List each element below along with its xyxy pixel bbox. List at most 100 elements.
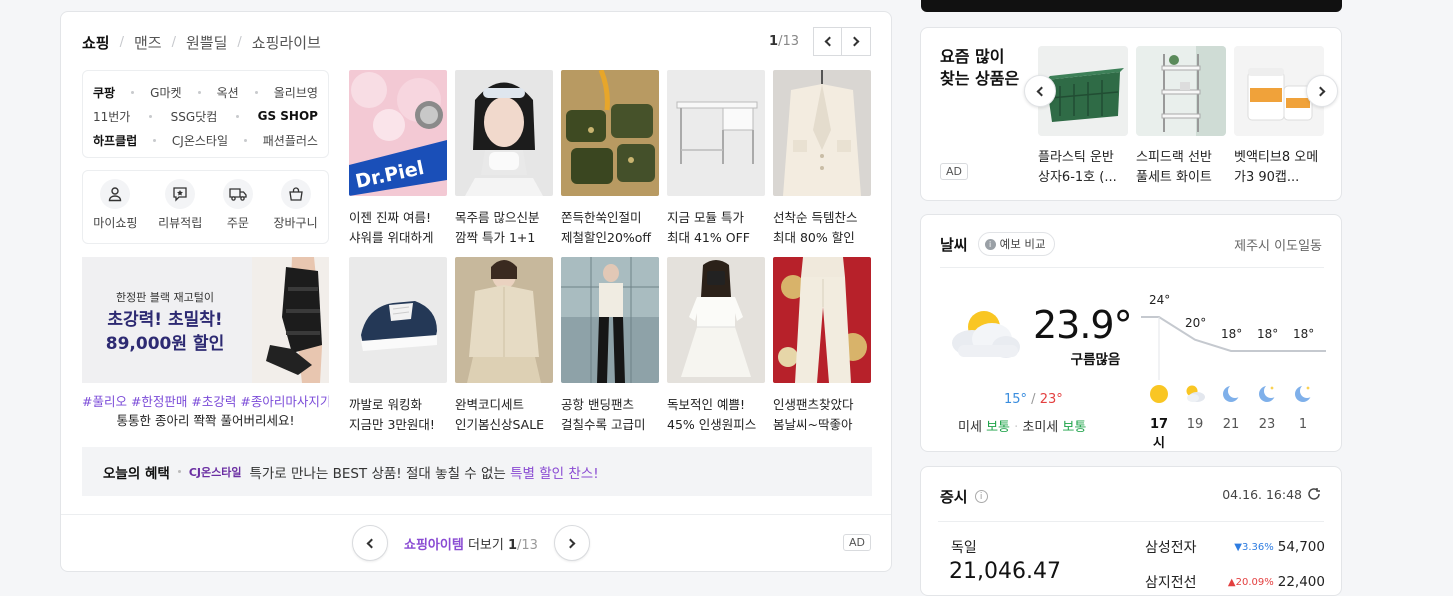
benefit-brand-logo: CJ온스타일 <box>188 465 242 479</box>
product-card[interactable]: 완벽코디세트 인기봄신상SALE <box>455 257 553 435</box>
recommended-item[interactable]: 플라스틱 운반 상자6-1호 (... <box>1038 46 1128 188</box>
more-next-button[interactable] <box>553 525 590 561</box>
my-shopping-button[interactable]: 마이쇼핑 <box>93 179 137 243</box>
person-icon <box>100 179 131 209</box>
top-banner-strip[interactable]: ━━━━━ <box>921 0 1342 12</box>
moon-star-icon <box>1259 384 1278 402</box>
hourly-time: 23 <box>1258 417 1276 432</box>
recommend-title: 요즘 많이 찾는 상품은 <box>940 47 1020 88</box>
dot-separator <box>177 470 181 473</box>
cart-button[interactable]: 장바구니 <box>273 179 318 243</box>
recommended-item[interactable]: 벳액티브8 오메가3 90캡... <box>1234 46 1324 188</box>
index-name[interactable]: 독일 <box>951 537 977 557</box>
stock-change: ▲20.09% <box>1228 577 1274 588</box>
tab-shopping-live[interactable]: 쇼핑라이브 <box>252 32 321 53</box>
stock-change-value: 3.36% <box>1241 541 1274 553</box>
more-items-link[interactable]: 쇼핑아이템 더보기 1/13 <box>404 534 538 553</box>
page-current: 1 <box>769 34 779 49</box>
review-points-button[interactable]: 리뷰적립 <box>158 179 202 243</box>
tab-mens[interactable]: 맨즈 <box>134 32 162 53</box>
product-line-1: 독보적인 예쁨! <box>667 397 745 412</box>
recommend-prev-button[interactable] <box>1024 75 1056 107</box>
product-line-2: 지금만 3만원대! <box>349 417 435 432</box>
tab-separator: / <box>171 35 176 50</box>
product-card[interactable]: Dr.Piel 이젠 진짜 여름! 샤워를 위대하게 <box>349 70 447 248</box>
stock-panel: 증시 i 04.16. 16:48 독일 21,046.47 삼성전자 ▼3.36… <box>920 466 1342 596</box>
shelf-rack-image <box>1136 46 1226 136</box>
mall-link[interactable]: 옥션 <box>217 84 239 101</box>
info-icon[interactable]: i <box>974 490 988 503</box>
product-card[interactable]: 지금 모듈 특가 최대 41% OFF <box>667 70 765 248</box>
ad-badge[interactable]: AD <box>843 534 871 551</box>
ad-badge[interactable]: AD <box>940 163 968 180</box>
mall-link[interactable]: 쿠팡 <box>93 84 115 101</box>
hourly-temp: 20° <box>1185 315 1207 330</box>
compare-icon: i <box>984 238 996 250</box>
more-prev-button[interactable] <box>352 525 388 561</box>
chevron-right-icon <box>565 538 576 548</box>
forecast-compare-button[interactable]: i 예보 비교 <box>977 232 1055 256</box>
mall-link[interactable]: SSG닷컴 <box>171 108 218 125</box>
more-highlight: 쇼핑아이템 <box>404 537 464 553</box>
hourly-temp: 24° <box>1149 293 1171 307</box>
product-card[interactable]: 목주름 많으신분 깜짝 특가 1+1 <box>455 70 553 248</box>
tab-shopping[interactable]: 쇼핑 <box>82 32 110 53</box>
more-items-pager: 쇼핑아이템 더보기 1/13 <box>352 525 590 561</box>
product-line-1: 쫀득한쑥인절미 <box>561 210 642 225</box>
slash: / <box>1027 392 1040 407</box>
product-line-2: 봄날씨~딱좋아 <box>773 417 853 432</box>
product-line-1: 완벽코디세트 <box>455 397 525 412</box>
mall-link[interactable]: G마켓 <box>150 84 181 101</box>
chevron-right-icon <box>849 36 860 47</box>
recommended-products-panel: 요즘 많이 찾는 상품은 플라스틱 운반 상자6-1호 (... 스피드랙 선반… <box>920 27 1342 201</box>
banner-line-3: 89,000원 할인 <box>105 334 225 354</box>
mall-link[interactable]: 11번가 <box>93 108 130 125</box>
ultrafine-dust-label: 초미세 <box>1022 420 1059 435</box>
dot-separator <box>197 90 201 94</box>
weather-location[interactable]: 제주시 이도일동 <box>1234 235 1322 254</box>
stock-row[interactable]: 삼지전선 ▲20.09% 22,400 <box>1145 572 1325 592</box>
mall-link[interactable]: 올리브영 <box>274 84 318 101</box>
recommended-item[interactable]: 스피드랙 선반 풀세트 화이트 <box>1136 46 1226 188</box>
product-card[interactable]: 인생팬츠찾았다 봄날씨~딱좋아 <box>773 257 871 435</box>
recommended-item-name: 스피드랙 선반 풀세트 화이트 <box>1136 150 1212 185</box>
product-card[interactable]: 공항 밴딩팬츠 걸칠수록 고급미 <box>561 257 659 435</box>
orders-button[interactable]: 주문 <box>222 179 253 243</box>
min-temp: 15° <box>1004 392 1028 407</box>
next-page-button[interactable] <box>842 27 871 56</box>
product-card[interactable]: 쫀득한쑥인절미 제철할인20%off <box>561 69 659 248</box>
promo-banner[interactable]: 한정판 블랙 재고털이 초강력! 초밀착! 89,000원 할인 <box>82 257 329 383</box>
mall-link[interactable]: GS SHOP <box>258 109 318 123</box>
stock-time: 04.16. 16:48 <box>1222 486 1322 502</box>
recommended-item-name: 벳액티브8 오메가3 90캡... <box>1234 150 1319 185</box>
mall-link[interactable]: CJ온스타일 <box>172 132 228 149</box>
chevron-right-icon <box>1315 86 1326 96</box>
product-line-2: 제철할인20%off <box>561 230 652 245</box>
stock-row[interactable]: 삼성전자 ▼3.36% 54,700 <box>1145 537 1325 557</box>
banner-description[interactable]: 통통한 종아리 쫙쫙 풀어버리세요! <box>82 410 329 429</box>
refresh-icon[interactable] <box>1306 486 1322 502</box>
tab-one-plus-deal[interactable]: 원쁠딜 <box>186 32 227 53</box>
product-card[interactable]: 까발로 워킹화 지금만 3만원대! <box>349 257 447 435</box>
weather-title[interactable]: 날씨 <box>940 234 968 255</box>
product-card[interactable]: 독보적인 예쁨! 45% 인생원피스 <box>667 257 765 435</box>
shopping-pager: 1/13 <box>769 27 871 56</box>
shopping-bag-icon <box>280 179 311 209</box>
recommend-next-button[interactable] <box>1306 75 1338 107</box>
banner-line-2: 초강력! 초밀착! <box>107 310 223 330</box>
hourly-time: 19 <box>1186 417 1204 432</box>
mall-link[interactable]: 하프클럽 <box>93 132 137 149</box>
leg-massager-image <box>252 257 329 383</box>
todays-benefit-bar[interactable]: 오늘의 혜택 CJ온스타일 특가로 만나는 BEST 상품! 절대 놓칠 수 없… <box>82 447 872 496</box>
product-card[interactable]: 선착순 득템찬스 최대 80% 할인 <box>773 70 871 248</box>
shopping-tabs: 쇼핑 / 맨즈 / 원쁠딜 / 쇼핑라이브 <box>82 32 321 53</box>
mall-link[interactable]: 패션플러스 <box>263 132 318 149</box>
stock-change-value: 20.09% <box>1235 576 1274 588</box>
prev-page-button[interactable] <box>813 27 842 56</box>
product-line-1: 인생팬츠찾았다 <box>773 397 854 412</box>
shopping-services: 마이쇼핑 리뷰적립 주문 장바구니 <box>82 170 329 244</box>
banner-hashtags[interactable]: #풀리오 #한정판매 #초강력 #종아리마사지기 <box>82 391 329 410</box>
product-line-1: 지금 모듈 특가 <box>667 210 744 225</box>
fine-dust-value: 보통 <box>986 420 1010 435</box>
stock-title[interactable]: 증시 <box>940 486 968 507</box>
